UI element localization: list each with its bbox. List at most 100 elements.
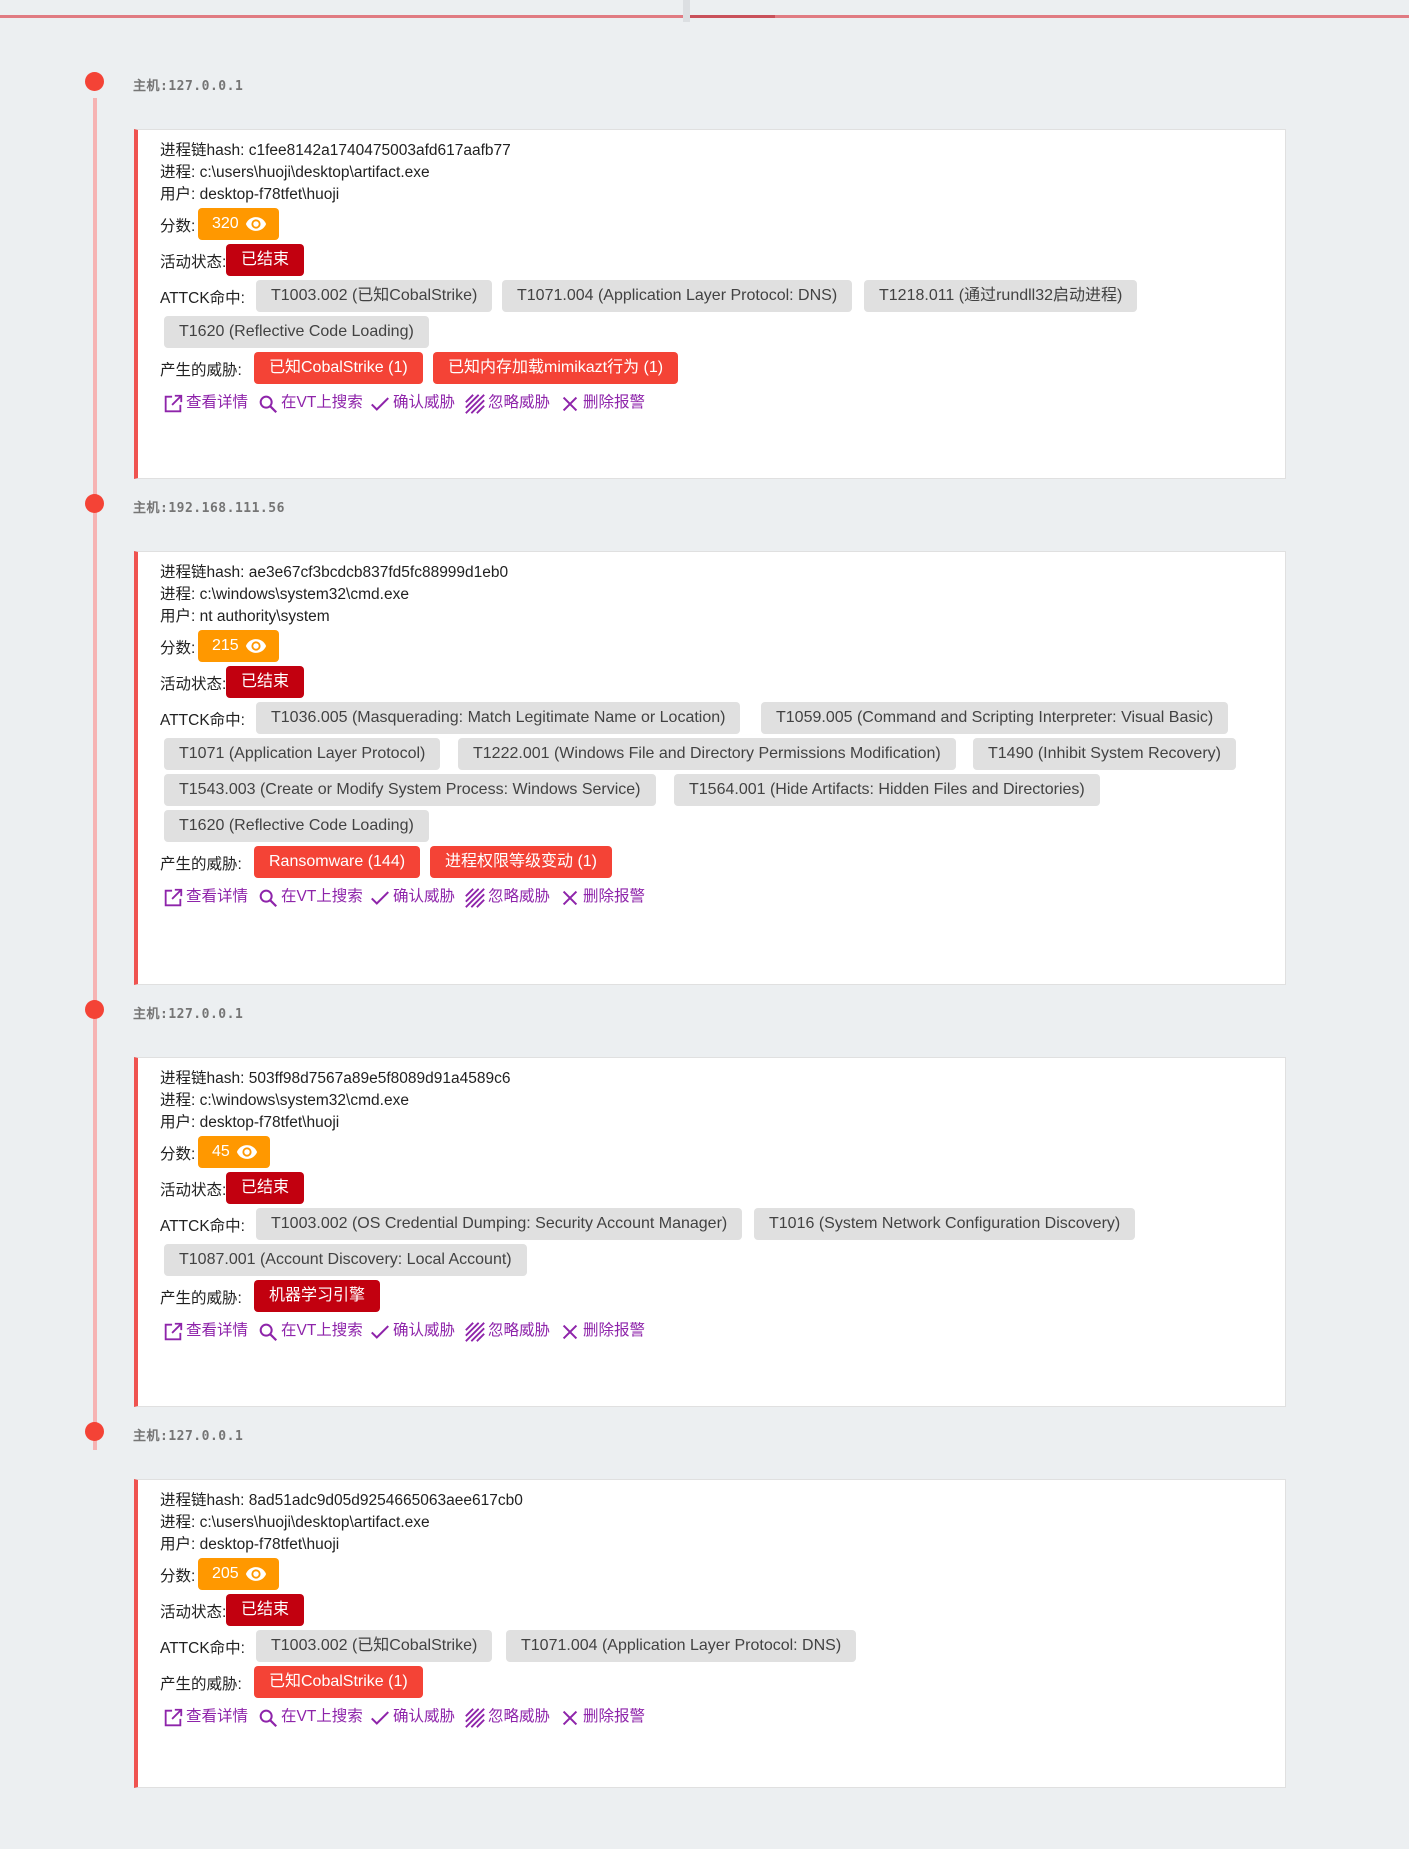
process-user: 用户: desktop-f78tfet\huoji bbox=[160, 186, 340, 203]
close-icon bbox=[562, 1710, 578, 1726]
attck-technique-chip[interactable]: T1087.001 (Account Discovery: Local Acco… bbox=[164, 1244, 527, 1276]
attck-technique-chip[interactable]: T1490 (Inhibit System Recovery) bbox=[973, 738, 1236, 770]
eye-icon bbox=[245, 217, 266, 231]
view-details-button-label: 查看详情 bbox=[186, 888, 249, 905]
hatch-icon bbox=[465, 394, 485, 414]
process-hash: 进程链hash: c1fee8142a1740475003afd617aafb7… bbox=[160, 142, 511, 159]
threats-label: 产生的威胁: bbox=[160, 1290, 242, 1307]
threat-chip[interactable]: 进程权限等级变动 (1) bbox=[430, 846, 613, 878]
top-bar-left bbox=[0, 15, 683, 18]
hatch-icon bbox=[465, 888, 485, 908]
search-icon bbox=[259, 1323, 278, 1342]
attck-technique-chip[interactable]: T1003.002 (已知CobalStrike) bbox=[256, 280, 493, 312]
eye-icon bbox=[245, 1567, 266, 1581]
process-hash: 进程链hash: ae3e67cf3bcdcb837fd5fc88999d1eb… bbox=[160, 564, 509, 581]
confirm-threat-button-label: 确认威胁 bbox=[393, 1322, 456, 1339]
attck-label: ATTCK命中: bbox=[160, 712, 245, 729]
attck-technique-chip[interactable]: T1218.011 (通过rundll32启动进程) bbox=[864, 280, 1138, 312]
delete-alert-button-label: 删除报警 bbox=[583, 888, 646, 905]
host-label: 主机:192.168.111.56 bbox=[133, 501, 285, 516]
attck-technique-chip[interactable]: T1003.002 (已知CobalStrike) bbox=[256, 1630, 493, 1662]
threats-label: 产生的威胁: bbox=[160, 856, 242, 873]
process-hash: 进程链hash: 8ad51adc9d05d9254665063aee617cb… bbox=[160, 1492, 523, 1509]
attck-technique-chip[interactable]: T1071 (Application Layer Protocol) bbox=[164, 738, 441, 770]
score-badge[interactable]: 320 bbox=[198, 208, 279, 240]
process-user: 用户: desktop-f78tfet\huoji bbox=[160, 1536, 340, 1553]
attck-technique-chip[interactable]: T1620 (Reflective Code Loading) bbox=[164, 316, 429, 348]
host-label: 主机:127.0.0.1 bbox=[133, 1007, 244, 1022]
view-details-button-label: 查看详情 bbox=[186, 394, 249, 411]
attck-technique-chip[interactable]: T1016 (System Network Configuration Disc… bbox=[754, 1208, 1136, 1240]
top-bar-divider bbox=[683, 0, 690, 22]
alert-card: 进程链hash: ae3e67cf3bcdcb837fd5fc88999d1eb… bbox=[134, 551, 1286, 985]
hatch-icon bbox=[465, 1708, 485, 1728]
attck-technique-chip[interactable]: T1564.001 (Hide Artifacts: Hidden Files … bbox=[674, 774, 1100, 806]
score-label: 分数: bbox=[160, 640, 196, 657]
timeline-dot bbox=[85, 1000, 104, 1019]
check-icon bbox=[371, 397, 389, 411]
score-badge[interactable]: 205 bbox=[198, 1558, 279, 1590]
score-value: 320 bbox=[212, 215, 239, 232]
top-progress-bar bbox=[0, 0, 1409, 22]
close-icon bbox=[562, 1324, 578, 1340]
threat-chip[interactable]: 已知CobalStrike (1) bbox=[254, 1666, 423, 1698]
attck-technique-chip[interactable]: T1620 (Reflective Code Loading) bbox=[164, 810, 429, 842]
ignore-threat-button-label: 忽略威胁 bbox=[488, 394, 551, 411]
search-vt-button-label: 在VT上搜索 bbox=[281, 1322, 363, 1339]
close-icon bbox=[562, 396, 578, 412]
process-path: 进程: c:\windows\system32\cmd.exe bbox=[160, 586, 409, 603]
delete-alert-button-label: 删除报警 bbox=[583, 1322, 646, 1339]
timeline-dot bbox=[85, 1422, 104, 1441]
score-badge[interactable]: 45 bbox=[198, 1136, 270, 1168]
hatch-icon bbox=[465, 1322, 485, 1342]
search-vt-button-label: 在VT上搜索 bbox=[281, 888, 363, 905]
view-details-button-label: 查看详情 bbox=[186, 1708, 249, 1725]
attck-label: ATTCK命中: bbox=[160, 290, 245, 307]
process-user: 用户: nt authority\system bbox=[160, 608, 330, 625]
score-label: 分数: bbox=[160, 1568, 196, 1585]
eye-icon bbox=[236, 1145, 257, 1159]
timeline-dot bbox=[85, 494, 104, 513]
timeline-line bbox=[93, 98, 97, 1450]
confirm-threat-button-label: 确认威胁 bbox=[393, 394, 456, 411]
view-details-button-label: 查看详情 bbox=[186, 1322, 249, 1339]
attck-label: ATTCK命中: bbox=[160, 1640, 245, 1657]
external-link-icon bbox=[164, 1708, 183, 1727]
attck-technique-chip[interactable]: T1003.002 (OS Credential Dumping: Securi… bbox=[256, 1208, 743, 1240]
delete-alert-button-label: 删除报警 bbox=[583, 1708, 646, 1725]
threat-chip[interactable]: Ransomware (144) bbox=[254, 846, 421, 878]
threat-chip[interactable]: 已知内存加载mimikazt行为 (1) bbox=[433, 352, 679, 384]
score-value: 205 bbox=[212, 1565, 239, 1582]
status-label: 活动状态: bbox=[160, 676, 227, 693]
search-vt-button-label: 在VT上搜索 bbox=[281, 1708, 363, 1725]
process-path: 进程: c:\windows\system32\cmd.exe bbox=[160, 1092, 409, 1109]
score-label: 分数: bbox=[160, 1146, 196, 1163]
ignore-threat-button-label: 忽略威胁 bbox=[488, 1322, 551, 1339]
process-hash: 进程链hash: 503ff98d7567a89e5f8089d91a4589c… bbox=[160, 1070, 511, 1087]
score-label: 分数: bbox=[160, 218, 196, 235]
confirm-threat-button-label: 确认威胁 bbox=[393, 888, 456, 905]
external-link-icon bbox=[164, 394, 183, 413]
attck-technique-chip[interactable]: T1071.004 (Application Layer Protocol: D… bbox=[506, 1630, 857, 1662]
attck-technique-chip[interactable]: T1071.004 (Application Layer Protocol: D… bbox=[502, 280, 853, 312]
threat-chip[interactable]: 机器学习引擎 bbox=[254, 1280, 381, 1312]
process-user: 用户: desktop-f78tfet\huoji bbox=[160, 1114, 340, 1131]
eye-icon bbox=[245, 639, 266, 653]
threat-chip[interactable]: 已知CobalStrike (1) bbox=[254, 352, 423, 384]
attck-technique-chip[interactable]: T1059.005 (Command and Scripting Interpr… bbox=[761, 702, 1229, 734]
host-label: 主机:127.0.0.1 bbox=[133, 1429, 244, 1444]
attck-technique-chip[interactable]: T1222.001 (Windows File and Directory Pe… bbox=[458, 738, 956, 770]
score-badge[interactable]: 215 bbox=[198, 630, 279, 662]
threats-label: 产生的威胁: bbox=[160, 362, 242, 379]
threats-label: 产生的威胁: bbox=[160, 1676, 242, 1693]
check-icon bbox=[371, 1711, 389, 1725]
attck-technique-chip[interactable]: T1543.003 (Create or Modify System Proce… bbox=[164, 774, 656, 806]
host-label: 主机:127.0.0.1 bbox=[133, 79, 244, 94]
process-path: 进程: c:\users\huoji\desktop\artifact.exe bbox=[160, 164, 430, 181]
status-badge: 已结束 bbox=[226, 244, 305, 276]
score-value: 45 bbox=[212, 1143, 230, 1160]
attck-technique-chip[interactable]: T1036.005 (Masquerading: Match Legitimat… bbox=[256, 702, 741, 734]
search-icon bbox=[259, 1709, 278, 1728]
timeline-dot bbox=[85, 72, 104, 91]
external-link-icon bbox=[164, 1322, 183, 1341]
